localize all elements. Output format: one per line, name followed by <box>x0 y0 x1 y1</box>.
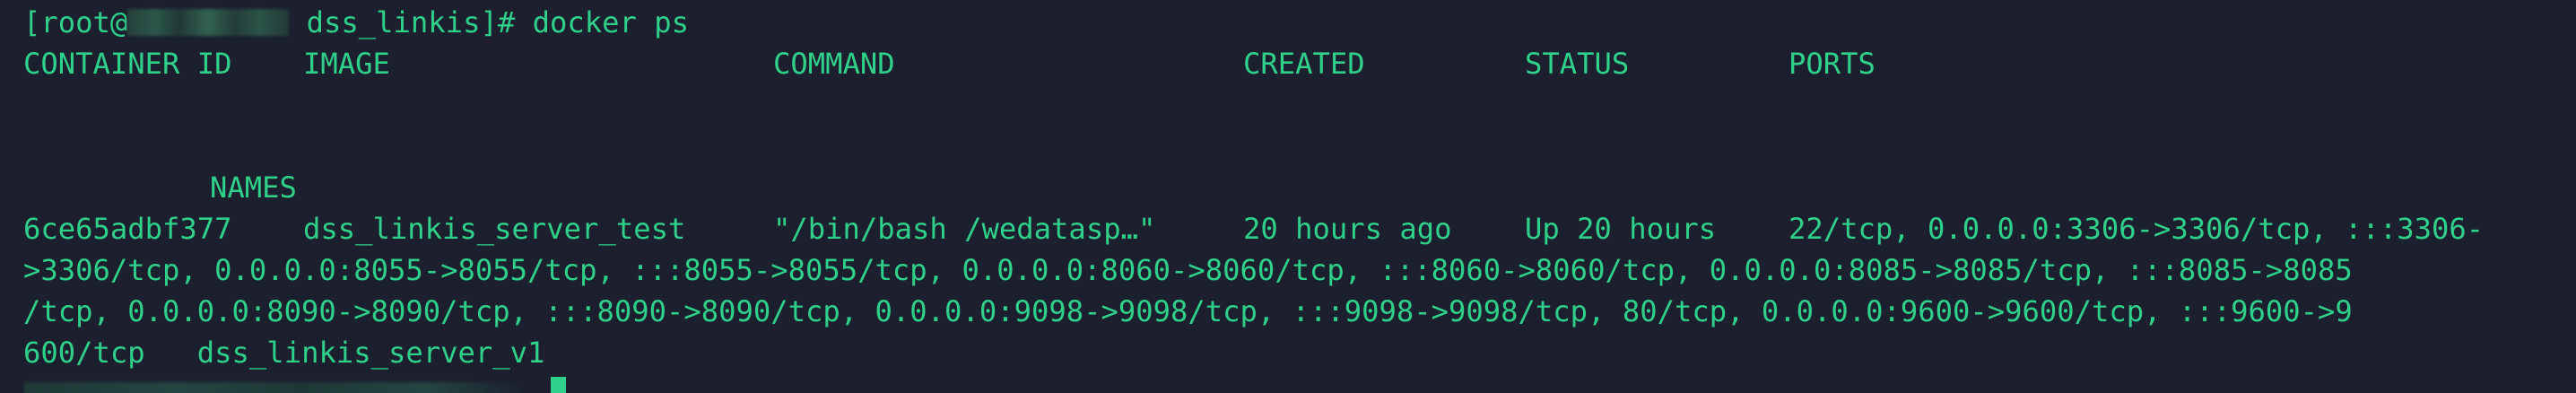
cell-command: "/bin/bash /wedatasp…" <box>773 212 1156 246</box>
prompt-suffix: dss_linkis]# <box>289 5 533 39</box>
cell-status: Up 20 hours <box>1525 212 1717 246</box>
ports-wrap-line: >3306/tcp, 0.0.0.0:8055->8055/tcp, :::80… <box>23 249 2576 291</box>
header-ports: PORTS <box>1788 47 1875 81</box>
container-row: 6ce65adbf377 dss_linkis_server_test "/bin/… <box>23 208 2576 249</box>
cell-ports-part4: 600/tcp <box>23 336 145 370</box>
cell-ports-part1: 22/tcp, 0.0.0.0:3306->3306/tcp, :::3306- <box>1788 212 2485 246</box>
header-container-id: CONTAINER ID <box>23 47 232 81</box>
header-names-row: NAMES <box>23 167 2576 208</box>
header-created: CREATED <box>1243 47 1365 81</box>
header-image: IMAGE <box>303 47 390 81</box>
terminal-window[interactable]: [root@ dss_linkis]# docker ps CONTAINER … <box>0 0 2576 393</box>
cell-ports-part3: /tcp, 0.0.0.0:8090->8090/tcp, :::8090->8… <box>23 294 2353 328</box>
obscured-prompt <box>23 382 526 393</box>
header-command: COMMAND <box>773 47 895 81</box>
ports-names-line: 600/tcp dss_linkis_server_v1 <box>23 332 2576 373</box>
cell-ports-part2: >3306/tcp, 0.0.0.0:8055->8055/tcp, :::80… <box>23 253 2353 287</box>
terminal-cursor <box>551 377 566 393</box>
next-prompt-line <box>23 373 2576 393</box>
prompt-line: [root@ dss_linkis]# docker ps <box>23 2 2576 43</box>
prompt-prefix: [root@ <box>23 5 128 39</box>
typed-command: docker ps <box>532 5 690 39</box>
header-names: NAMES <box>210 170 297 205</box>
cell-container-id: 6ce65adbf377 <box>23 212 232 246</box>
cell-created: 20 hours ago <box>1243 212 1452 246</box>
cell-names: dss_linkis_server_v1 <box>196 336 545 370</box>
cell-image: dss_linkis_server_test <box>303 212 686 246</box>
redacted-hostname <box>127 9 290 36</box>
header-status: STATUS <box>1525 47 1630 81</box>
ports-wrap-line: /tcp, 0.0.0.0:8090->8090/tcp, :::8090->8… <box>23 291 2576 332</box>
header-row: CONTAINER ID IMAGE COMMAND CREATED STATUS POR… <box>23 43 2576 84</box>
